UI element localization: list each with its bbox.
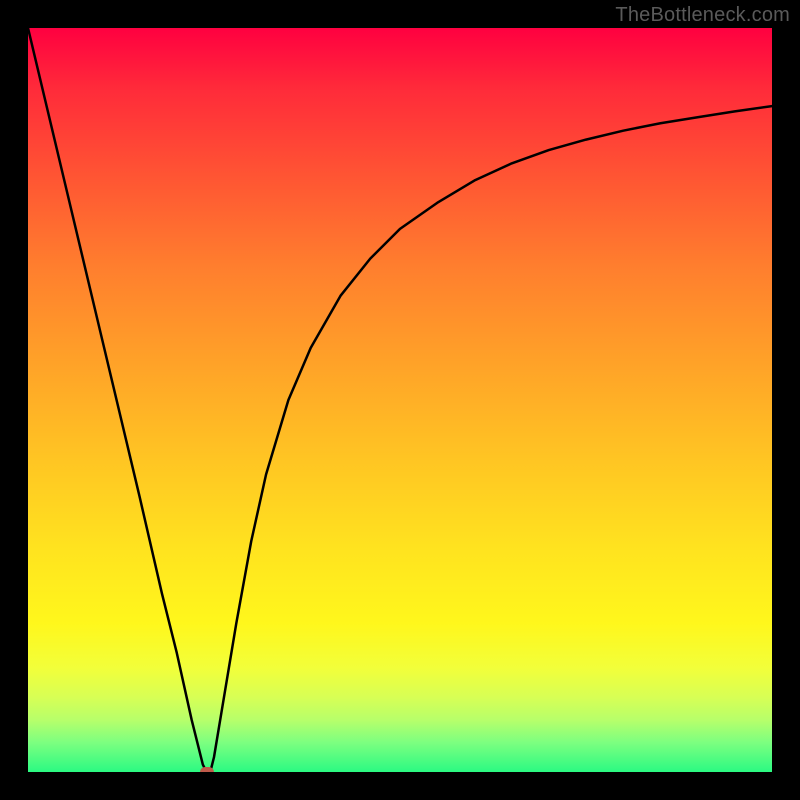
watermark-text: TheBottleneck.com bbox=[615, 4, 790, 27]
plot-area bbox=[28, 28, 772, 772]
bottleneck-curve bbox=[28, 28, 772, 772]
chart-frame: TheBottleneck.com bbox=[0, 0, 800, 800]
optimal-point-marker bbox=[200, 767, 214, 772]
